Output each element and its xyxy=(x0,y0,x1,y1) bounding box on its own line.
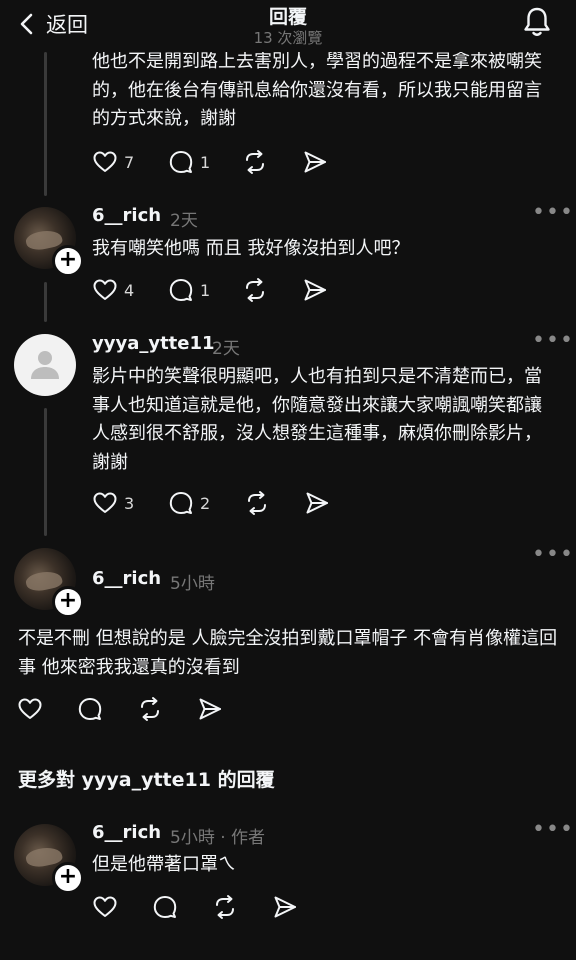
comment-bubble-icon xyxy=(153,896,177,918)
heart-icon xyxy=(18,698,42,719)
timestamp: 5小時 xyxy=(170,574,215,594)
send-icon xyxy=(304,151,326,173)
heart-icon xyxy=(93,896,117,917)
comment-bubble-icon xyxy=(169,492,193,514)
like-button[interactable]: 4 xyxy=(92,277,134,303)
repost-icon xyxy=(141,697,159,721)
timestamp: 2天 xyxy=(170,211,198,231)
like-count: 4 xyxy=(124,280,135,300)
more-options-icon[interactable]: ••• xyxy=(532,817,574,842)
repost-icon xyxy=(216,895,234,919)
comment-text: 我有嘲笑他嗎 而且 我好像沒拍到人吧？ xyxy=(92,238,410,259)
timestamp: 5小時 · 作者 xyxy=(170,828,266,848)
timestamp: 2天 xyxy=(212,339,240,359)
username[interactable]: 6__rich xyxy=(92,822,161,843)
more-replies-heading: 更多對 yyya_ytte11 的回覆 xyxy=(18,769,275,791)
repost-button[interactable] xyxy=(242,149,268,175)
comment-text: 影片中的笑聲很明顯吧，人也有拍到只是不清楚而已，當事人也知道這就是他，你隨意發出… xyxy=(92,366,542,473)
follow-plus-button[interactable]: + xyxy=(52,586,84,618)
share-button[interactable] xyxy=(302,149,328,175)
top-bar: 返回 回覆 13 次瀏覽 xyxy=(0,0,576,52)
send-icon xyxy=(274,896,296,918)
like-button[interactable]: 7 xyxy=(92,149,134,175)
comment-text: 他也不是開到路上去害別人，學習的過程不是拿來被嘲笑的，他在後台有傳訊息給你還沒有… xyxy=(92,51,542,129)
reply-count: 2 xyxy=(200,493,211,513)
reply-button[interactable]: 2 xyxy=(168,490,210,516)
comment-text: 但是他帶著口罩ㄟ xyxy=(92,854,236,875)
more-options-icon[interactable]: ••• xyxy=(532,328,574,353)
send-icon xyxy=(306,492,328,514)
heart-icon xyxy=(93,492,117,513)
share-button[interactable] xyxy=(272,894,298,920)
avatar-default[interactable] xyxy=(14,334,76,396)
send-icon xyxy=(304,279,326,301)
send-icon xyxy=(199,698,221,720)
share-button[interactable] xyxy=(304,490,330,516)
username[interactable]: 6__rich xyxy=(92,205,161,226)
repost-button[interactable] xyxy=(137,696,163,722)
like-button[interactable] xyxy=(92,894,118,920)
like-count: 3 xyxy=(124,493,135,513)
person-placeholder-icon xyxy=(31,351,59,379)
follow-plus-button[interactable]: + xyxy=(52,245,84,277)
more-options-icon[interactable]: ••• xyxy=(532,542,574,567)
repost-icon xyxy=(248,491,266,515)
reply-count: 1 xyxy=(200,152,211,172)
repost-icon xyxy=(246,150,264,174)
repost-icon xyxy=(246,278,264,302)
repost-button[interactable] xyxy=(212,894,238,920)
thread-line xyxy=(44,282,47,322)
reply-button[interactable]: 1 xyxy=(168,149,210,175)
more-options-icon[interactable]: ••• xyxy=(532,200,574,225)
like-count: 7 xyxy=(124,152,135,172)
view-count: 13 次瀏覽 xyxy=(253,29,323,47)
comment-bubble-icon xyxy=(169,151,193,173)
reply-button[interactable]: 1 xyxy=(168,277,210,303)
share-button[interactable] xyxy=(197,696,223,722)
reply-count: 1 xyxy=(200,280,211,300)
comment-text: 不是不刪 但想說的是 人臉完全沒拍到戴口罩帽子 不會有肖像權這回事 他來密我我還… xyxy=(18,628,558,678)
follow-plus-button[interactable]: + xyxy=(52,862,84,894)
thread-line xyxy=(44,408,47,536)
page-title: 回覆 xyxy=(268,6,307,28)
comment-bubble-icon xyxy=(169,279,193,301)
like-button[interactable] xyxy=(17,696,43,722)
thread-line xyxy=(44,52,47,196)
share-button[interactable] xyxy=(302,277,328,303)
reply-button[interactable] xyxy=(152,894,178,920)
username[interactable]: yyya_ytte11 xyxy=(92,333,215,354)
heart-icon xyxy=(93,151,117,172)
reply-button[interactable] xyxy=(77,696,103,722)
username[interactable]: 6__rich xyxy=(92,568,161,589)
heart-icon xyxy=(93,279,117,300)
bell-icon[interactable] xyxy=(522,6,552,38)
repost-button[interactable] xyxy=(242,277,268,303)
comment-bubble-icon xyxy=(78,698,102,720)
like-button[interactable]: 3 xyxy=(92,490,134,516)
repost-button[interactable] xyxy=(244,490,270,516)
